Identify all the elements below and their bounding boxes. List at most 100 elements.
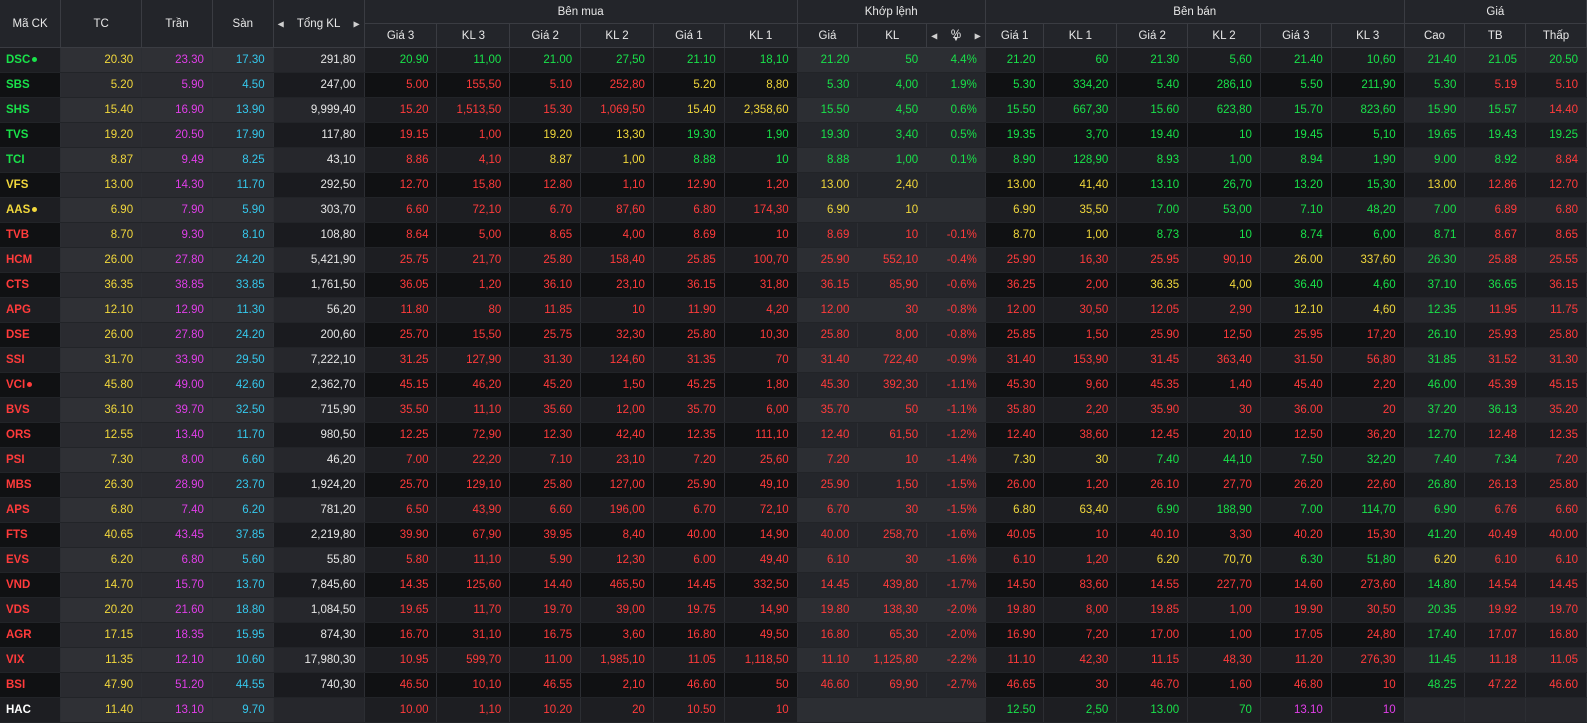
symbol-label: ORS <box>6 429 31 441</box>
sell-price3-header[interactable]: Giá 3 <box>1260 23 1332 48</box>
table-row[interactable]: DSE 26.00 27.80 24.20 200,60 25.70 15,50 25.75 3… <box>0 322 1587 348</box>
table-row[interactable]: AAS 6.90 7.90 5.90 303,70 6.60 72,10 6.70 87,60 6… <box>0 197 1587 223</box>
buy-price1-cell: 25.85 <box>653 247 725 273</box>
table-row[interactable]: BSI 47.90 51.20 44.55 740,30 46.50 10,10 46.55 2… <box>0 672 1587 698</box>
buy-vol2-cell: 4,00 <box>580 222 654 248</box>
table-row[interactable]: VIX 11.35 12.10 10.60 17,980,30 10.95 599,70 11… <box>0 647 1587 673</box>
symbol-cell[interactable]: BSI <box>0 672 62 698</box>
match-price-cell: 19.80 <box>797 597 859 623</box>
symbol-cell[interactable]: HCM <box>0 247 62 273</box>
low-price-header[interactable]: Thấp <box>1525 23 1587 48</box>
symbol-cell[interactable]: SHS <box>0 97 62 123</box>
symbol-cell[interactable]: VIX <box>0 647 62 673</box>
symbol-label: DSE <box>6 329 30 341</box>
sell-price1-header[interactable]: Giá 1 <box>985 23 1045 48</box>
table-row[interactable]: MBS 26.30 28.90 23.70 1,924,20 25.70 129,10 25.… <box>0 472 1587 498</box>
table-row[interactable]: TVB 8.70 9.30 8.10 108,80 8.64 5,00 8.65 4,00 8.6… <box>0 222 1587 248</box>
high-price-cell: 6.20 <box>1404 547 1466 573</box>
table-row[interactable]: SSI 31.70 33.90 29.50 7,222,10 31.25 127,90 31.… <box>0 347 1587 373</box>
match-price-cell: 40.00 <box>797 522 859 548</box>
table-row[interactable]: VDS 20.20 21.60 18.80 1,084,50 19.65 11,70 19.7… <box>0 597 1587 623</box>
buy-price1-header[interactable]: Giá 1 <box>653 23 725 48</box>
symbol-cell[interactable]: VND <box>0 572 62 598</box>
buy-vol1-header[interactable]: KL 1 <box>724 23 798 48</box>
buy-vol1-cell: 8,80 <box>724 72 798 98</box>
high-price-header[interactable]: Cao <box>1404 23 1466 48</box>
table-row[interactable]: EVS 6.20 6.80 5.60 55,80 5.80 11,10 5.90 12,30 6.… <box>0 547 1587 573</box>
sell-vol2-header[interactable]: KL 2 <box>1187 23 1261 48</box>
buy-vol3-header[interactable]: KL 3 <box>436 23 511 48</box>
symbol-cell[interactable]: SBS <box>0 72 62 98</box>
high-price-cell: 26.80 <box>1404 472 1466 498</box>
change-right-icon[interactable]: ▶ <box>975 31 981 40</box>
symbol-cell[interactable]: TCI <box>0 147 62 173</box>
low-price-cell: 46.60 <box>1525 672 1587 698</box>
symbol-cell[interactable]: APG <box>0 297 62 323</box>
table-row[interactable]: DSC 20.30 23.30 17.30 291,80 20.90 11,00 21.00 2… <box>0 47 1587 73</box>
symbol-cell[interactable]: APS <box>0 497 62 523</box>
table-row[interactable]: SBS 5.20 5.90 4.50 247,00 5.00 155,50 5.10 252,8… <box>0 72 1587 98</box>
symbol-cell[interactable]: AAS <box>0 197 62 223</box>
buy-price3-cell: 45.15 <box>364 372 438 398</box>
col-ceiling-header[interactable]: Trần <box>141 0 213 48</box>
match-price-cell: 7.20 <box>797 447 859 473</box>
symbol-cell[interactable]: VDS <box>0 597 62 623</box>
table-row[interactable]: HAC 11.40 13.10 9.70 10.00 1,10 10.20 20 10.50 10… <box>0 697 1587 723</box>
floor-price-cell: 11.70 <box>212 172 274 198</box>
table-row[interactable]: BVS 36.10 39.70 32.50 715,90 35.50 11,10 35.60 1… <box>0 397 1587 423</box>
symbol-cell[interactable]: HAC <box>0 697 62 723</box>
col-total-volume-header[interactable]: ◀ Tổng KL ▶ <box>273 0 365 48</box>
symbol-cell[interactable]: VFS <box>0 172 62 198</box>
sell-price2-header[interactable]: Giá 2 <box>1116 23 1189 48</box>
avg-price-header[interactable]: TB <box>1464 23 1527 48</box>
col-floor-header[interactable]: Sàn <box>212 0 274 48</box>
ref-price-cell: 26.00 <box>60 247 143 273</box>
symbol-cell[interactable]: DSC <box>0 47 62 73</box>
symbol-cell[interactable]: ORS <box>0 422 62 448</box>
symbol-cell[interactable]: TVB <box>0 222 62 248</box>
change-left-icon[interactable]: ◀ <box>931 31 937 40</box>
symbol-label: SSI <box>6 354 25 366</box>
buy-price3-header[interactable]: Giá 3 <box>364 23 438 48</box>
sell-price1-cell: 8.70 <box>985 222 1045 248</box>
table-row[interactable]: VND 14.70 15.70 13.70 7,845,60 14.35 125,60 14.… <box>0 572 1587 598</box>
table-row[interactable]: SHS 15.40 16.90 13.90 9,999,40 15.20 1,513,50 1… <box>0 97 1587 123</box>
symbol-cell[interactable]: MBS <box>0 472 62 498</box>
table-row[interactable]: ORS 12.55 13.40 11.70 980,50 12.25 72,90 12.30 4… <box>0 422 1587 448</box>
table-row[interactable]: TCI 8.87 9.49 8.25 43,10 8.86 4,10 8.87 1,00 8.88… <box>0 147 1587 173</box>
table-row[interactable]: PSI 7.30 8.00 6.60 46,20 7.00 22,20 7.10 23,10 7.… <box>0 447 1587 473</box>
scroll-left-icon[interactable]: ◀ <box>278 19 284 28</box>
table-row[interactable]: HCM 26.00 27.80 24.20 5,421,90 25.75 21,70 25.8… <box>0 247 1587 273</box>
match-vol-header[interactable]: KL <box>857 23 928 48</box>
buy-vol2-header[interactable]: KL 2 <box>580 23 654 48</box>
sell-vol1-header[interactable]: KL 1 <box>1043 23 1118 48</box>
symbol-cell[interactable]: DSE <box>0 322 62 348</box>
symbol-cell[interactable]: CTS <box>0 272 62 298</box>
symbol-cell[interactable]: PSI <box>0 447 62 473</box>
symbol-cell[interactable]: EVS <box>0 547 62 573</box>
col-ref-header[interactable]: TC <box>60 0 143 48</box>
table-row[interactable]: TVS 19.20 20.50 17.90 117,80 19.15 1,00 19.20 13… <box>0 122 1587 148</box>
table-row[interactable]: AGR 17.15 18.35 15.95 874,30 16.70 31,10 16.75 3… <box>0 622 1587 648</box>
symbol-cell[interactable]: VCI <box>0 372 62 398</box>
table-row[interactable]: VCI 45.80 49.00 42.60 2,362,70 45.15 46,20 45.2… <box>0 372 1587 398</box>
floor-price-cell: 17.30 <box>212 47 274 73</box>
table-row[interactable]: CTS 36.35 38.85 33.85 1,761,50 36.05 1,20 36.10… <box>0 272 1587 298</box>
table-row[interactable]: FTS 40.65 43.45 37.85 2,219,80 39.90 67,90 39.9… <box>0 522 1587 548</box>
match-price-header[interactable]: Giá <box>797 23 859 48</box>
sell-price1-cell: 25.90 <box>985 247 1045 273</box>
buy-price2-header[interactable]: Giá 2 <box>509 23 582 48</box>
match-change-header[interactable]: ◀ % ▼ ▶ <box>926 23 986 48</box>
sell-vol3-header[interactable]: KL 3 <box>1331 23 1405 48</box>
table-row[interactable]: APS 6.80 7.40 6.20 781,20 6.50 43,90 6.60 196,00… <box>0 497 1587 523</box>
table-row[interactable]: APG 12.10 12.90 11.30 56,20 11.80 80 11.85 10 11.… <box>0 297 1587 323</box>
table-row[interactable]: VFS 13.00 14.30 11.70 292,50 12.70 15,80 12.80 1… <box>0 172 1587 198</box>
symbol-cell[interactable]: TVS <box>0 122 62 148</box>
col-symbol-header[interactable]: Mã CK <box>0 0 62 48</box>
symbol-cell[interactable]: AGR <box>0 622 62 648</box>
symbol-cell[interactable]: FTS <box>0 522 62 548</box>
symbol-cell[interactable]: BVS <box>0 397 62 423</box>
low-price-cell: 20.50 <box>1525 47 1587 73</box>
scroll-right-icon[interactable]: ▶ <box>354 19 360 28</box>
symbol-cell[interactable]: SSI <box>0 347 62 373</box>
